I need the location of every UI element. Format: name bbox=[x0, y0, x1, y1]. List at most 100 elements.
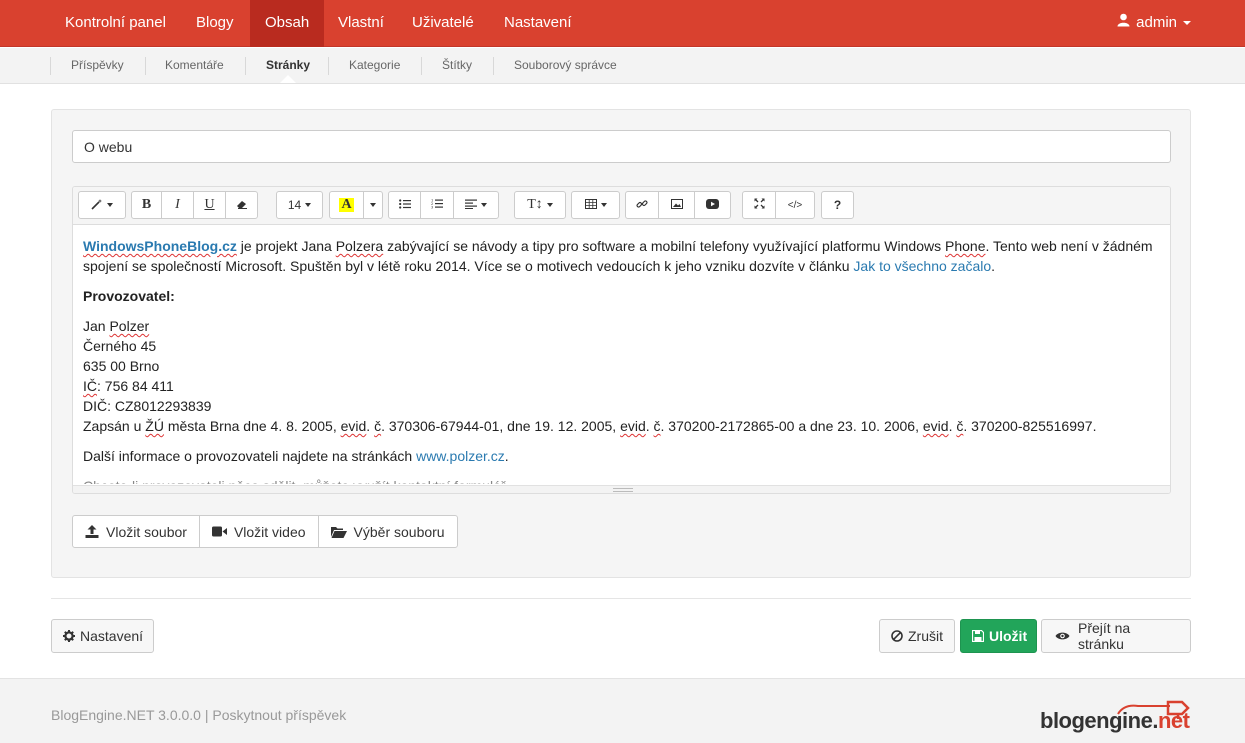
more-info-text: . bbox=[504, 448, 509, 464]
floppy-disk-icon bbox=[972, 630, 984, 642]
address-text: IČ bbox=[83, 378, 97, 394]
cancel-label: Zrušit bbox=[908, 628, 943, 644]
font-size-value: 14 bbox=[287, 198, 302, 212]
numbered-list-button[interactable]: 123 bbox=[420, 191, 454, 219]
save-button[interactable]: Uložit bbox=[960, 619, 1037, 653]
subnav-divider bbox=[421, 57, 422, 75]
fullscreen-button[interactable] bbox=[742, 191, 776, 219]
polzer-link[interactable]: www.polzer.cz bbox=[416, 448, 505, 464]
font-size-group: 14 bbox=[276, 191, 323, 219]
intro-text: Polzera bbox=[335, 238, 384, 254]
subnav-item-tags[interactable]: Štítky bbox=[442, 48, 472, 83]
color-dropdown[interactable] bbox=[363, 191, 383, 219]
code-icon: </> bbox=[787, 199, 803, 211]
page-title-input[interactable] bbox=[72, 130, 1171, 163]
user-menu[interactable]: admin bbox=[1117, 0, 1191, 47]
insert-image-button[interactable] bbox=[658, 191, 695, 219]
nav-item-custom[interactable]: Vlastní bbox=[323, 0, 399, 47]
youtube-icon bbox=[706, 198, 719, 212]
upload-file-button[interactable]: Vložit soubor bbox=[72, 515, 200, 548]
font-style-group: B I U bbox=[131, 191, 258, 219]
bold-button[interactable]: B bbox=[131, 191, 162, 219]
code-view-button[interactable]: </> bbox=[775, 191, 815, 219]
table-group bbox=[571, 191, 620, 219]
address-text: Polzer bbox=[109, 318, 150, 334]
folder-open-icon bbox=[330, 526, 347, 538]
cancel-button[interactable]: Zrušit bbox=[879, 619, 955, 653]
insert-video-button[interactable] bbox=[694, 191, 731, 219]
settings-label: Nastavení bbox=[80, 628, 144, 644]
view-page-button[interactable]: Přejít na stránku bbox=[1041, 619, 1191, 653]
eye-icon bbox=[1055, 631, 1070, 641]
grip-icon bbox=[613, 488, 633, 492]
more-info-text: Další informace o provozovateli najdete … bbox=[83, 448, 417, 464]
subnav-item-file-manager[interactable]: Souborový správce bbox=[514, 48, 617, 83]
clear-format-button[interactable] bbox=[225, 191, 258, 219]
ban-icon bbox=[891, 630, 903, 642]
nav-item-dashboard[interactable]: Kontrolní panel bbox=[50, 0, 181, 47]
subnav-item-categories[interactable]: Kategorie bbox=[349, 48, 400, 83]
intro-paragraph: WindowsPhoneBlog.cz je projekt Jana Polz… bbox=[83, 236, 1163, 276]
align-dropdown[interactable] bbox=[453, 191, 499, 219]
operator-heading: Provozovatel: bbox=[83, 288, 175, 304]
insert-link-button[interactable] bbox=[625, 191, 659, 219]
line-height-group: T↕ bbox=[514, 191, 566, 219]
user-icon bbox=[1117, 0, 1130, 46]
font-size-dropdown[interactable]: 14 bbox=[276, 191, 323, 219]
magic-wand-icon bbox=[91, 198, 103, 213]
intro-text: je projekt Jana bbox=[236, 238, 336, 254]
registration-text: č bbox=[653, 418, 661, 434]
text-height-icon: T↕ bbox=[527, 197, 543, 212]
insert-group bbox=[625, 191, 731, 219]
nav-item-users[interactable]: Uživatelé bbox=[397, 0, 489, 47]
unordered-list-icon bbox=[398, 198, 411, 212]
registration-text: Zapsán u bbox=[83, 418, 146, 434]
highlight-icon: A bbox=[339, 197, 354, 212]
user-name: admin bbox=[1136, 14, 1177, 31]
subnav-divider bbox=[493, 57, 494, 75]
subnav-divider bbox=[328, 57, 329, 75]
underline-button[interactable]: U bbox=[193, 191, 226, 219]
help-button[interactable]: ? bbox=[821, 191, 854, 219]
address-text: DIČ: CZ8012293839 bbox=[83, 398, 212, 414]
insert-video-label: Vložit video bbox=[233, 523, 306, 540]
registration-text: ŽÚ bbox=[145, 418, 164, 434]
registration-text: . bbox=[366, 418, 375, 434]
subnav-divider bbox=[145, 57, 146, 75]
bullet-list-button[interactable] bbox=[388, 191, 421, 219]
line-height-dropdown[interactable]: T↕ bbox=[514, 191, 566, 219]
nav-item-blogs[interactable]: Blogy bbox=[181, 0, 249, 47]
subnav-item-comments[interactable]: Komentáře bbox=[165, 48, 224, 83]
registration-text: . 370306-67944-01, dne 19. 12. 2005, bbox=[381, 418, 621, 434]
subnav-divider bbox=[50, 57, 51, 75]
ordered-list-icon: 123 bbox=[431, 198, 443, 212]
italic-button[interactable]: I bbox=[161, 191, 194, 219]
nav-item-content[interactable]: Obsah bbox=[250, 0, 325, 47]
view-page-label: Přejít na stránku bbox=[1078, 620, 1131, 652]
intro-text: . bbox=[991, 258, 996, 274]
insert-video-file-button[interactable]: Vložit video bbox=[198, 515, 319, 548]
help-group: ? bbox=[821, 191, 854, 219]
text-color-button[interactable]: A bbox=[329, 191, 364, 219]
subnav-item-posts[interactable]: Příspěvky bbox=[71, 48, 124, 83]
save-label: Uložit bbox=[989, 628, 1028, 644]
site-link[interactable]: WindowsPhoneBlog.cz bbox=[83, 238, 237, 254]
logo-text-main: blogengine. bbox=[1040, 708, 1158, 733]
chevron-down-icon bbox=[305, 203, 312, 207]
nav-item-settings[interactable]: Nastavení bbox=[489, 0, 587, 47]
style-dropdown[interactable] bbox=[78, 191, 126, 219]
registration-text: města Brna dne 4. 8. 2005, bbox=[163, 418, 341, 434]
fullscreen-icon bbox=[754, 198, 765, 212]
table-dropdown[interactable] bbox=[571, 191, 620, 219]
choose-file-button[interactable]: Výběr souboru bbox=[317, 515, 458, 548]
registration-text: evid bbox=[922, 418, 949, 434]
editor-panel: B I U 14 A 123 bbox=[51, 109, 1191, 578]
registration-text: evid bbox=[620, 418, 646, 434]
article-link[interactable]: Jak to všechno začalo bbox=[853, 258, 991, 274]
editor-content[interactable]: WindowsPhoneBlog.cz je projekt Jana Polz… bbox=[83, 236, 1163, 484]
paragraph-group: 123 bbox=[388, 191, 499, 219]
chevron-down-icon bbox=[1183, 21, 1191, 26]
registration-text: . 370200-2172865-00 a dne 23. 10. 2006, bbox=[660, 418, 923, 434]
editor-resize-handle[interactable] bbox=[73, 485, 1170, 493]
settings-button[interactable]: Nastavení bbox=[51, 619, 154, 653]
